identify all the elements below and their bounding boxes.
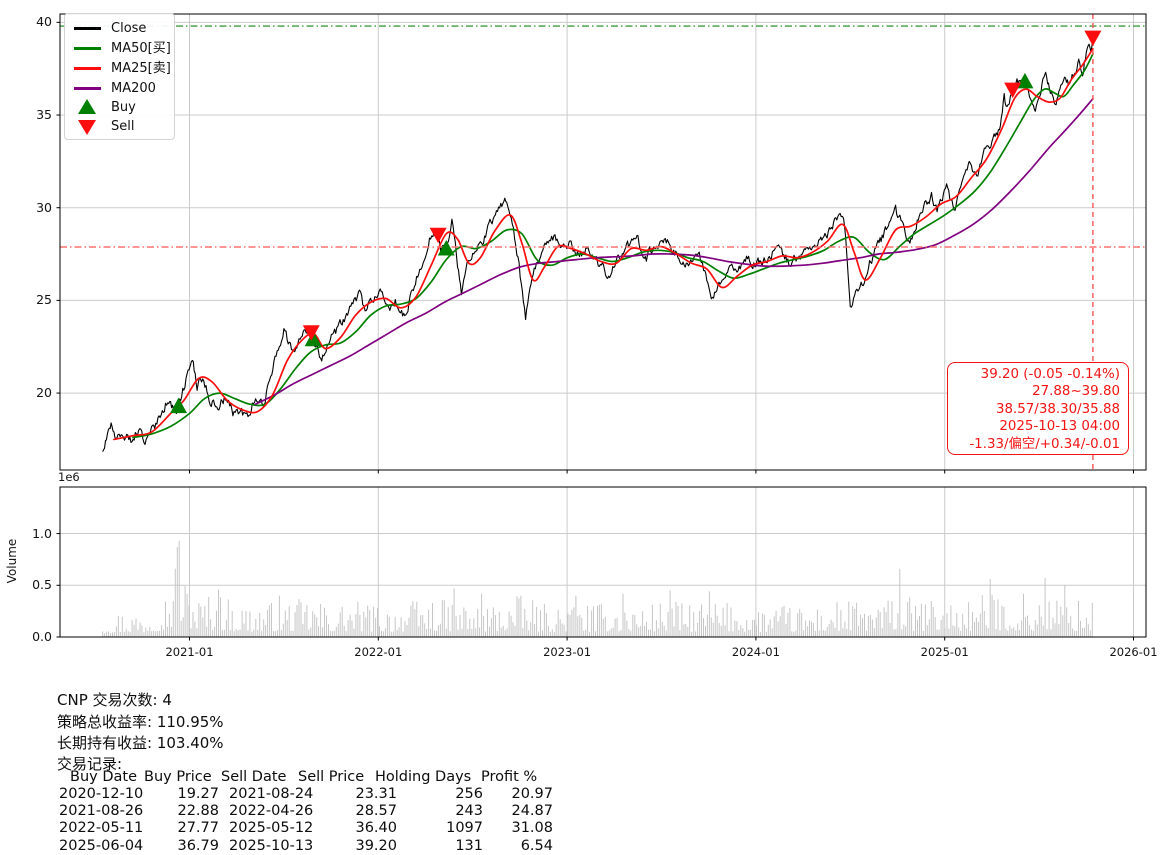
ma25-line-swatch-icon bbox=[74, 67, 101, 70]
legend-label-close: Close bbox=[111, 20, 146, 37]
x-tick-label: 2022-01 bbox=[341, 645, 415, 659]
legend-label-ma25: MA25[卖] bbox=[111, 60, 171, 77]
header-sell-price: Sell Price bbox=[298, 769, 364, 785]
trade-cell-profit-pct: 24.87 bbox=[453, 803, 553, 819]
trade-cell-buy-price: 27.77 bbox=[119, 820, 219, 836]
x-tick-label: 2024-01 bbox=[719, 645, 793, 659]
trade-row: 2020-12-1019.272021-08-2423.3125620.97 bbox=[0, 786, 1170, 803]
ma50-line-swatch-icon bbox=[74, 47, 101, 50]
stat-strategy-return: 策略总收益率: 110.95% bbox=[57, 711, 224, 732]
header-sell-date: Sell Date bbox=[221, 769, 286, 785]
legend-item-ma50: MA50[买] bbox=[65, 40, 174, 58]
close-line-swatch-icon bbox=[74, 27, 101, 30]
x-tick-label: 2026-01 bbox=[1097, 645, 1170, 659]
volume-axis-label: Volume bbox=[5, 525, 19, 597]
annotation-range: 27.88~39.80 bbox=[1032, 383, 1120, 400]
header-buy-date: Buy Date bbox=[70, 769, 137, 785]
volume-tick-label: 0.0 bbox=[20, 629, 52, 644]
legend-item-buy: Buy bbox=[65, 99, 174, 117]
x-tick-label: 2025-01 bbox=[908, 645, 982, 659]
volume-offset-label: 1e6 bbox=[58, 470, 80, 484]
trade-cell-profit-pct: 6.54 bbox=[453, 838, 553, 854]
volume-tick-label: 1.0 bbox=[20, 526, 52, 541]
header-profit-pct: Profit % bbox=[481, 769, 537, 785]
header-holding-days: Holding Days bbox=[375, 769, 471, 785]
volume-bars bbox=[103, 541, 1093, 637]
legend-item-sell: Sell bbox=[65, 118, 174, 136]
y-tick-label: 35 bbox=[20, 107, 52, 122]
y-tick-label: 20 bbox=[20, 385, 52, 400]
x-tick-label: 2021-01 bbox=[153, 645, 227, 659]
x-tick-label: 2023-01 bbox=[530, 645, 604, 659]
trade-cell-buy-price: 36.79 bbox=[119, 838, 219, 854]
annotation-price-change: 39.20 (-0.05 -0.14%) bbox=[981, 366, 1120, 383]
legend-item-close: Close bbox=[65, 20, 174, 38]
legend-label-sell: Sell bbox=[111, 118, 134, 135]
last-price-annotation: 39.20 (-0.05 -0.14%) 27.88~39.80 38.57/3… bbox=[947, 362, 1129, 455]
sell-marker-icon bbox=[78, 120, 96, 135]
trade-cell-sell-price: 39.20 bbox=[297, 838, 397, 854]
legend: Close MA50[买] MA25[卖] MA200 Buy Sell bbox=[64, 13, 175, 140]
trade-cell-buy-price: 22.88 bbox=[119, 803, 219, 819]
price-volume-chart-svg bbox=[0, 0, 1170, 672]
trade-cell-sell-price: 36.40 bbox=[297, 820, 397, 836]
sell-marker bbox=[1084, 31, 1101, 46]
header-buy-price: Buy Price bbox=[144, 769, 212, 785]
trade-cell-profit-pct: 20.97 bbox=[453, 786, 553, 802]
ma200-line-swatch-icon bbox=[74, 87, 101, 90]
stat-hold-return: 长期持有收益: 103.40% bbox=[57, 732, 224, 753]
trade-cell-profit-pct: 31.08 bbox=[453, 820, 553, 836]
trade-cell-sell-price: 23.31 bbox=[297, 786, 397, 802]
trade-row: 2025-06-0436.792025-10-1339.201316.54 bbox=[0, 838, 1170, 855]
sell-marker bbox=[1004, 83, 1021, 99]
y-tick-label: 40 bbox=[20, 14, 52, 29]
trade-row: 2022-05-1127.772025-05-1236.40109731.08 bbox=[0, 820, 1170, 837]
volume-tick-label: 0.5 bbox=[20, 577, 52, 592]
legend-label-ma50: MA50[买] bbox=[111, 40, 171, 57]
stat-trade-count: CNP 交易次数: 4 bbox=[57, 689, 172, 710]
trade-cell-sell-price: 28.57 bbox=[297, 803, 397, 819]
legend-item-ma25: MA25[卖] bbox=[65, 60, 174, 78]
legend-label-ma200: MA200 bbox=[111, 80, 156, 97]
annotation-ma-values: 38.57/38.30/35.88 bbox=[996, 401, 1120, 418]
trade-cell-buy-price: 19.27 bbox=[119, 786, 219, 802]
trades-table-header: Buy Date Buy Price Sell Date Sell Price … bbox=[0, 769, 1170, 786]
legend-item-ma200: MA200 bbox=[65, 80, 174, 98]
legend-label-buy: Buy bbox=[111, 99, 136, 116]
annotation-bias: -1.33/偏空/+0.34/-0.01 bbox=[969, 436, 1120, 453]
y-tick-label: 30 bbox=[20, 200, 52, 215]
trade-row: 2021-08-2622.882022-04-2628.5724324.87 bbox=[0, 803, 1170, 820]
y-tick-label: 25 bbox=[20, 292, 52, 307]
annotation-datetime: 2025-10-13 04:00 bbox=[999, 418, 1120, 435]
buy-marker-icon bbox=[78, 99, 96, 114]
